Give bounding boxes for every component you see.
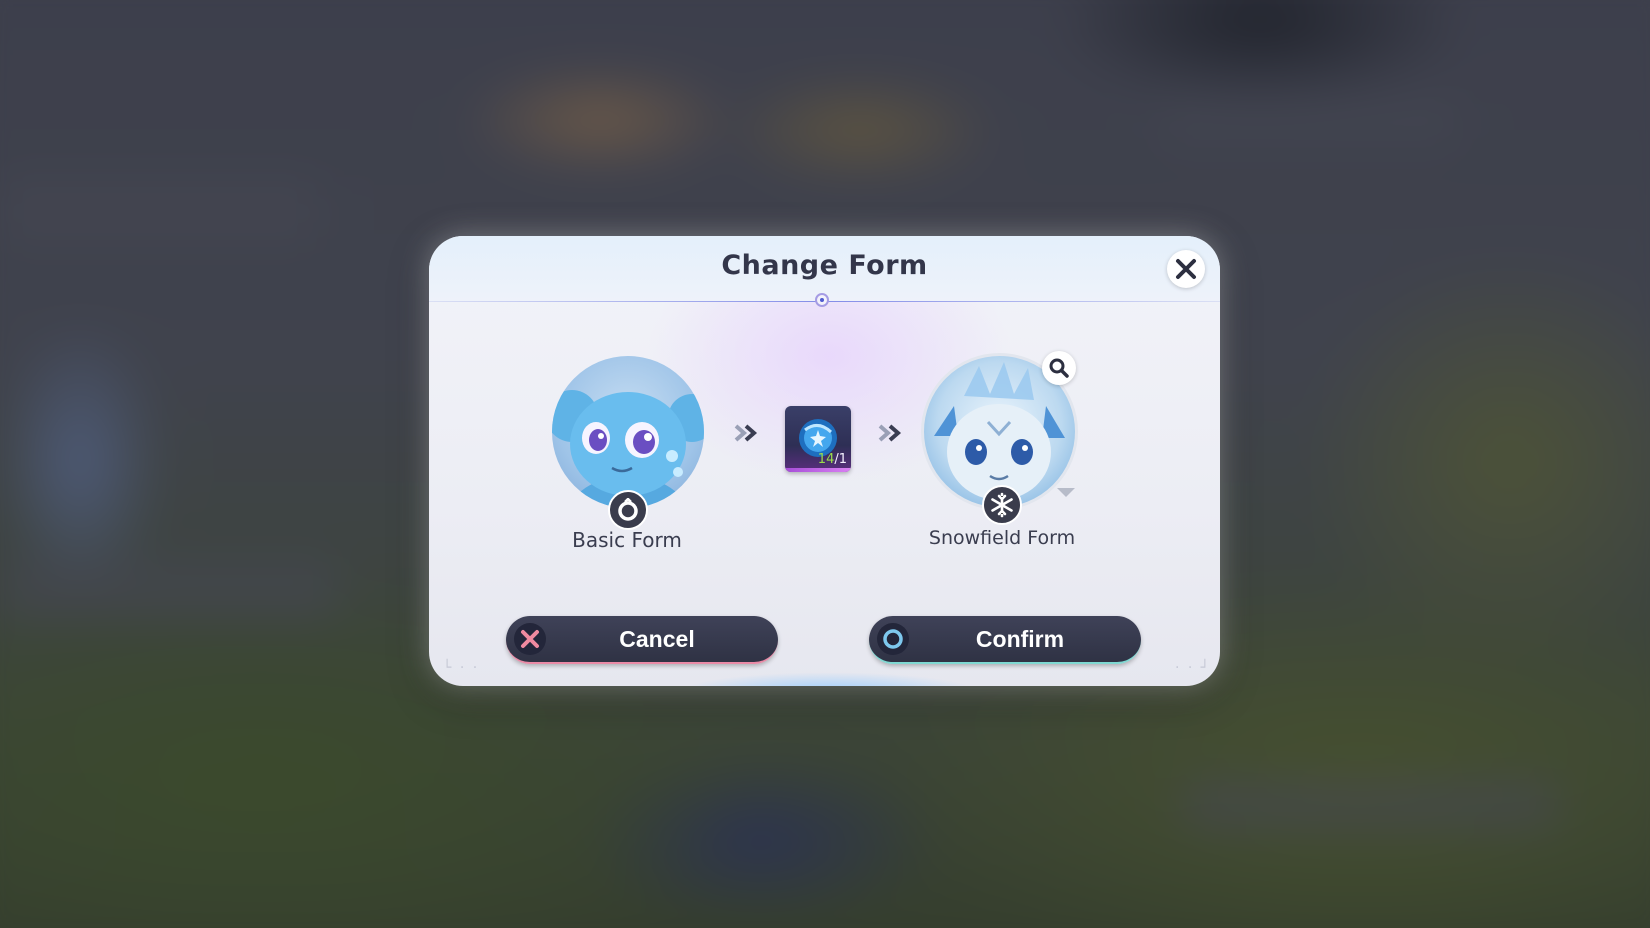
chevron-right-icon — [734, 424, 758, 442]
corner-ornament-left: └ · · — [443, 660, 480, 676]
snowfield-form-label: Snowfield Form — [928, 527, 1076, 549]
basic-form-portrait[interactable] — [552, 356, 704, 508]
dialog-title: Change Form — [721, 250, 928, 281]
snowfield-form-badge — [982, 485, 1022, 525]
cancel-label: Cancel — [619, 626, 695, 652]
magnify-icon — [1049, 358, 1069, 378]
form-select-dropdown-icon[interactable] — [1057, 488, 1075, 497]
cancel-key-badge — [514, 623, 546, 655]
bottom-glow — [679, 672, 979, 686]
close-button[interactable] — [1167, 250, 1205, 288]
basic-form-label: Basic Form — [572, 528, 682, 552]
snowflake-icon — [991, 492, 1013, 518]
confirm-label: Confirm — [975, 626, 1065, 652]
confirm-button[interactable]: Confirm — [869, 616, 1141, 664]
ring-icon — [618, 498, 638, 521]
header-ornament — [815, 293, 829, 307]
basic-form-badge — [608, 490, 648, 530]
creature-basic-image — [552, 390, 704, 508]
material-count: 14/1 — [817, 452, 847, 467]
preview-button[interactable] — [1042, 351, 1076, 385]
game-screen: Change Form Basic Form 14/1 Snowfield Fo… — [0, 0, 1650, 928]
close-icon — [1176, 259, 1196, 279]
corner-ornament-right: · · ┘ — [1175, 660, 1212, 676]
circle-icon — [883, 629, 903, 649]
cross-icon — [521, 630, 539, 648]
confirm-key-badge — [877, 623, 909, 655]
chevron-right-icon — [878, 424, 902, 442]
cancel-button[interactable]: Cancel — [506, 616, 778, 664]
material-item-slot[interactable]: 14/1 — [785, 406, 851, 472]
change-form-dialog: Change Form Basic Form 14/1 Snowfield Fo… — [429, 236, 1220, 686]
